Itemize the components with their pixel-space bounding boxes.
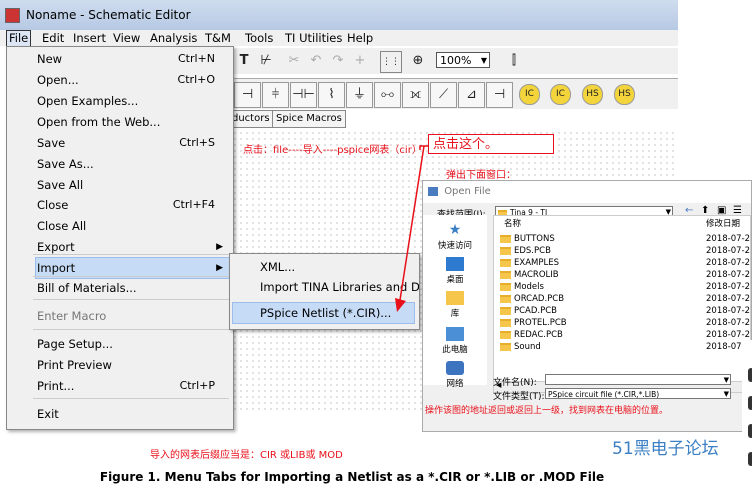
file-row[interactable]: Models xyxy=(500,282,544,293)
file-name: EXAMPLES xyxy=(514,258,559,268)
file-name: BUTTONS xyxy=(514,234,555,244)
place-network[interactable]: 网络 xyxy=(429,361,481,389)
folder-icon xyxy=(500,234,511,243)
place-quick-access[interactable]: ★ 快速访问 xyxy=(429,223,481,251)
network-icon xyxy=(446,361,464,375)
file-row[interactable]: BUTTONS xyxy=(500,234,555,245)
place-label: 快速访问 xyxy=(437,241,472,251)
right-edge-strip xyxy=(742,340,752,490)
edge-handle xyxy=(748,452,752,466)
place-label: 桌面 xyxy=(446,275,464,285)
folder-icon xyxy=(500,246,511,255)
dialog-app-icon xyxy=(428,186,438,196)
place-label: 网络 xyxy=(446,379,464,389)
file-name: PCAD.PCB xyxy=(514,306,558,316)
file-date: 2018-07-2 xyxy=(706,258,750,268)
file-date: 2018-07-2 xyxy=(706,294,750,304)
file-row[interactable]: MACROLIB xyxy=(500,270,559,281)
place-library[interactable]: 库 xyxy=(429,291,481,319)
edge-handle xyxy=(748,396,752,410)
chevron-down-icon: ▼ xyxy=(723,390,729,398)
folder-icon xyxy=(500,270,511,279)
file-name: EDS.PCB xyxy=(514,246,551,256)
file-date: 2018-07-2 xyxy=(706,318,750,328)
file-date: 2018-07-2 xyxy=(706,234,750,244)
figure-caption: Figure 1. Menu Tabs for Importing a Netl… xyxy=(99,470,605,484)
file-date: 2018-07-2 xyxy=(706,282,750,292)
place-label: 此电脑 xyxy=(442,345,468,355)
red-arrow-line xyxy=(399,145,425,301)
dialog-title-bar: Open File xyxy=(423,181,751,203)
filetype-value: PSpice circuit file (*.CIR,*.LIB) xyxy=(548,390,660,399)
file-name: Sound xyxy=(514,342,541,352)
folder-icon xyxy=(500,294,511,303)
place-this-pc[interactable]: 此电脑 xyxy=(429,327,481,355)
file-row[interactable]: Sound xyxy=(500,342,541,353)
file-name: MACROLIB xyxy=(514,270,559,280)
bottom-note: 导入的网表后缀应当是：CIR 或LIB或 MOD xyxy=(150,450,343,461)
popup-note: 弹出下面窗口： xyxy=(446,170,516,181)
place-label: 库 xyxy=(450,309,460,319)
file-row[interactable]: PROTEL.PCB xyxy=(500,318,567,329)
folder-icon xyxy=(500,258,511,267)
file-date: 2018-07-2 xyxy=(706,270,750,280)
library-icon xyxy=(446,291,464,305)
file-name: Models xyxy=(514,282,544,292)
filetype-select[interactable]: PSpice circuit file (*.CIR,*.LIB) ▼ xyxy=(545,388,731,399)
chevron-down-icon: ▼ xyxy=(723,376,729,384)
file-row[interactable]: EDS.PCB xyxy=(500,246,551,257)
dialog-note: 操作该图的地址返回或返回上一级，找到网表在电脑的位置。 xyxy=(425,406,669,416)
folder-icon xyxy=(500,306,511,315)
callout-box: 点击这个。 xyxy=(428,134,554,154)
red-arrow-head xyxy=(395,298,406,312)
places-bar: ★ 快速访问 桌面 库 此电脑 网络 xyxy=(423,215,487,389)
desktop-icon xyxy=(446,257,464,271)
filename-label: 文件名(N): xyxy=(493,378,537,388)
folder-icon xyxy=(500,330,511,339)
file-list: 名称 修改日期 BUTTONS 2018-07-2 EDS.PCB 2018-07-2… xyxy=(493,215,751,393)
place-desktop[interactable]: 桌面 xyxy=(429,257,481,285)
folder-icon xyxy=(500,318,511,327)
file-date: 2018-07-2 xyxy=(706,306,750,316)
column-date[interactable]: 修改日期 xyxy=(706,219,740,230)
dialog-title: Open File xyxy=(444,186,491,197)
column-name[interactable]: 名称 xyxy=(504,219,521,230)
file-name: REDAC.PCB xyxy=(514,330,563,340)
edge-handle xyxy=(748,424,752,438)
star-icon: ★ xyxy=(448,222,462,238)
watermark: 51黑电子论坛 xyxy=(612,439,719,459)
edge-handle xyxy=(748,368,752,382)
filename-input[interactable]: ▼ xyxy=(545,374,731,385)
computer-icon xyxy=(446,327,464,341)
file-row[interactable]: PCAD.PCB xyxy=(500,306,557,317)
file-row[interactable]: REDAC.PCB xyxy=(500,330,563,341)
file-date: 2018-07-2 xyxy=(706,246,750,256)
file-name: PROTEL.PCB xyxy=(514,318,567,328)
folder-icon xyxy=(500,342,511,351)
filetype-label: 文件类型(T): xyxy=(493,392,545,402)
file-row[interactable]: ORCAD.PCB xyxy=(500,294,564,305)
open-file-dialog: Open File 查找范围(I): Tina 9 - TI ▼ ← ⬆ ▣ ☰… xyxy=(422,180,752,432)
file-name: ORCAD.PCB xyxy=(514,294,565,304)
folder-icon xyxy=(500,282,511,291)
file-row[interactable]: EXAMPLES xyxy=(500,258,559,269)
